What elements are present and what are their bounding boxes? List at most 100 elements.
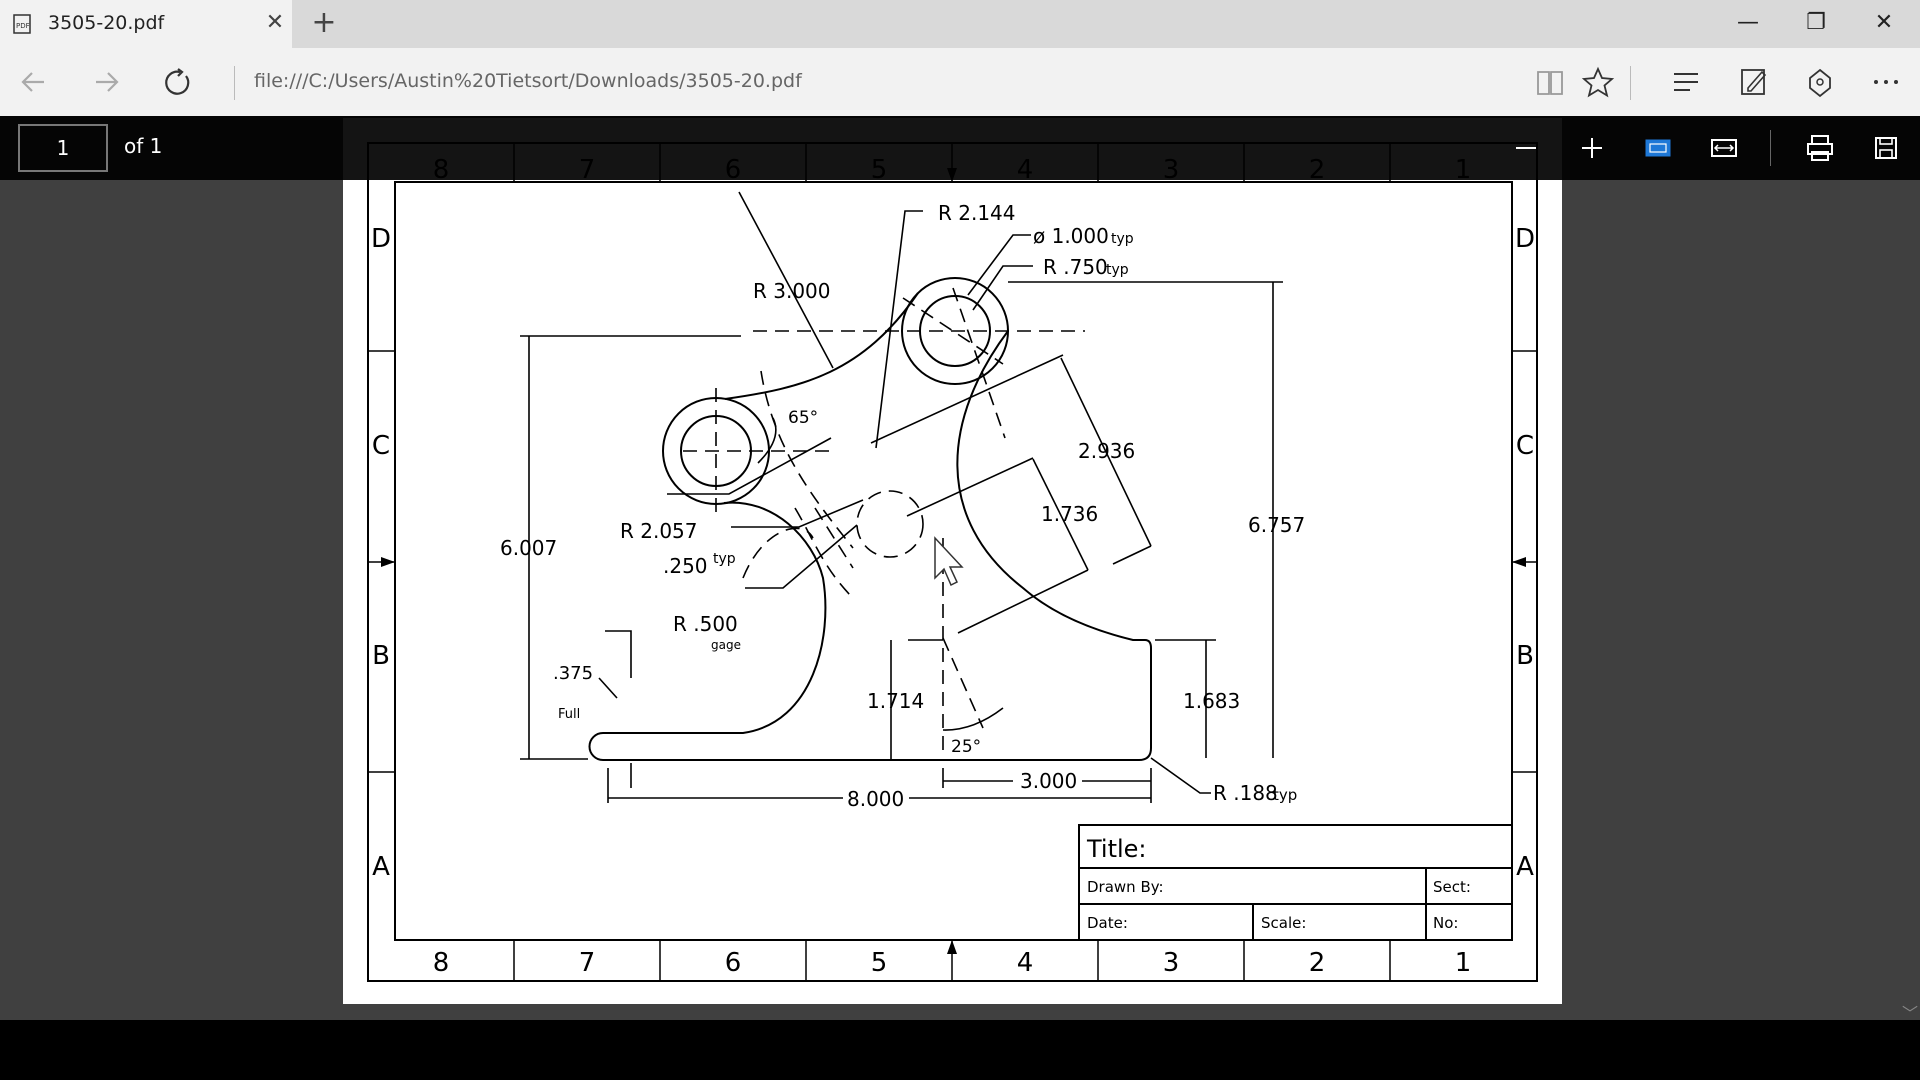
plus-icon <box>1582 138 1602 158</box>
zone-col-bottom: 1 <box>1455 948 1472 978</box>
tab-title: 3505-20.pdf <box>48 12 165 34</box>
page-number-input[interactable]: 1 <box>18 124 108 172</box>
no-label: No: <box>1433 914 1458 932</box>
center-lines <box>683 287 1085 758</box>
title-label: Title: <box>1086 835 1147 863</box>
fit-page-button[interactable] <box>1636 126 1680 170</box>
dim-6757: 6.757 <box>1248 513 1305 537</box>
zone-row-right: D <box>1515 224 1535 254</box>
drawn-by-label: Drawn By: <box>1087 878 1164 896</box>
zone-row-right: B <box>1516 641 1534 671</box>
back-button[interactable] <box>12 60 56 104</box>
restore-button[interactable]: ❐ <box>1782 0 1850 48</box>
forward-arrow-icon <box>96 72 119 92</box>
book-icon <box>1537 71 1563 95</box>
sect-label: Sect: <box>1433 878 1471 896</box>
dim-r750: R .750 <box>1043 255 1108 279</box>
zone-col-bottom: 8 <box>433 948 450 978</box>
dim-dia1000: ø 1.000 <box>1033 224 1109 248</box>
zone-row-left: D <box>371 224 391 254</box>
printer-icon <box>1807 135 1833 161</box>
hub-button[interactable] <box>1666 62 1706 102</box>
dim-angle-25: 25° <box>951 737 981 757</box>
zone-row-right: A <box>1516 852 1534 882</box>
address-divider <box>234 66 235 100</box>
close-tab-icon[interactable]: ✕ <box>262 10 288 36</box>
dim-r500: R .500 <box>673 612 738 636</box>
refresh-icon <box>165 68 190 95</box>
dim-gage: gage <box>711 638 741 652</box>
dimension-labels: R 2.144 ø 1.000 typ R .750 typ R 3.000 6… <box>500 201 1305 811</box>
save-icon <box>1875 137 1897 159</box>
pdf-toolbar-divider <box>1770 130 1771 166</box>
reading-view-button[interactable] <box>1530 62 1570 102</box>
dim-375: .375 <box>553 663 593 684</box>
scale-label: Scale: <box>1261 914 1306 932</box>
dim-r3000: R 3.000 <box>753 279 831 303</box>
url-field[interactable]: file:///C:/Users/Austin%20Tietsort/Downl… <box>254 70 802 92</box>
hub-lines-icon <box>1674 73 1698 91</box>
pdf-page: 8 7 6 5 4 3 2 1 8 7 6 5 4 3 2 1 D C B A … <box>343 118 1562 1004</box>
pdf-toolbar: 1 of 1 <box>0 116 1920 180</box>
minus-icon <box>1516 147 1536 149</box>
address-bar: file:///C:/Users/Austin%20Tietsort/Downl… <box>0 48 1920 116</box>
minimize-button[interactable]: — <box>1714 0 1782 48</box>
browser-tab[interactable]: PDF 3505-20.pdf ✕ <box>0 0 292 48</box>
scroll-down-icon[interactable]: ﹀ <box>1902 1000 1918 1024</box>
zone-col-bottom: 5 <box>871 948 888 978</box>
dim-1683: 1.683 <box>1183 689 1240 713</box>
dim-full: Full <box>558 707 580 722</box>
save-button[interactable] <box>1864 126 1908 170</box>
mouse-cursor-icon <box>934 536 964 587</box>
toolbar-divider <box>1630 66 1631 100</box>
refresh-button[interactable] <box>156 60 200 104</box>
dim-1714: 1.714 <box>867 689 924 713</box>
dim-6007: 6.007 <box>500 536 557 560</box>
tab-bar: PDF 3505-20.pdf ✕ + — ❐ ✕ <box>0 0 1920 48</box>
close-window-button[interactable]: ✕ <box>1850 0 1918 48</box>
share-button[interactable] <box>1800 62 1840 102</box>
svg-text:PDF: PDF <box>16 22 30 30</box>
share-icon <box>1809 68 1831 98</box>
zone-row-left: C <box>372 431 390 461</box>
bottom-bar <box>0 1020 1920 1080</box>
new-tab-button[interactable]: + <box>310 8 338 38</box>
dim-2936: 2.936 <box>1078 439 1135 463</box>
dim-8000: 8.000 <box>847 787 904 811</box>
zone-col-bottom: 2 <box>1309 948 1326 978</box>
dim-r2144: R 2.144 <box>938 201 1016 225</box>
zone-col-bottom: 4 <box>1017 948 1034 978</box>
dim-typ: typ <box>1273 786 1297 804</box>
dim-250: .250 <box>663 554 708 578</box>
pdf-file-icon: PDF <box>12 14 32 34</box>
fit-width-button[interactable] <box>1702 126 1746 170</box>
dim-typ: typ <box>1111 231 1134 247</box>
dim-3000: 3.000 <box>1020 769 1077 793</box>
more-dots-icon <box>1874 80 1898 84</box>
web-note-button[interactable] <box>1734 62 1774 102</box>
zone-col-bottom: 7 <box>579 948 596 978</box>
favorite-button[interactable] <box>1578 62 1618 102</box>
back-arrow-icon <box>21 72 44 92</box>
zoom-in-button[interactable] <box>1570 126 1614 170</box>
dim-r188: R .188 <box>1213 781 1278 805</box>
zone-col-bottom: 3 <box>1163 948 1180 978</box>
print-button[interactable] <box>1798 126 1842 170</box>
zone-row-left: A <box>372 852 390 882</box>
zoom-out-button[interactable] <box>1504 126 1548 170</box>
star-icon <box>1581 66 1615 98</box>
title-block-labels: Title: Drawn By: Sect: Date: Scale: No: <box>1086 835 1471 932</box>
more-button[interactable] <box>1866 62 1906 102</box>
dim-angle-65: 65° <box>788 408 818 428</box>
engineering-drawing: 8 7 6 5 4 3 2 1 8 7 6 5 4 3 2 1 D C B A … <box>367 142 1538 982</box>
web-note-icon <box>1741 69 1767 95</box>
zone-row-right: C <box>1516 431 1534 461</box>
date-label: Date: <box>1087 914 1128 932</box>
zone-row-left: B <box>372 641 390 671</box>
forward-button[interactable] <box>84 60 128 104</box>
fit-page-icon <box>1645 139 1671 157</box>
dim-1736: 1.736 <box>1041 502 1098 526</box>
page-total-label: of 1 <box>124 134 163 158</box>
dim-typ: typ <box>1106 262 1129 278</box>
dim-r2057: R 2.057 <box>620 519 698 543</box>
